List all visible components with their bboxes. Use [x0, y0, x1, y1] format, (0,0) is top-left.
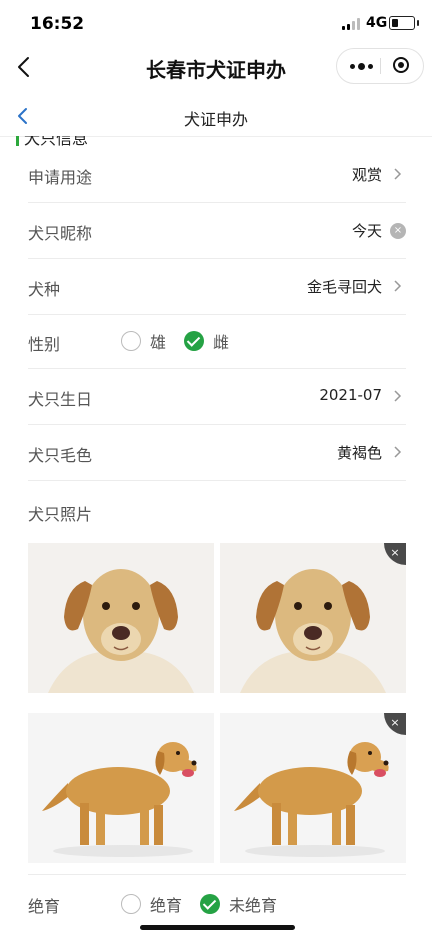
nickname-label: 犬只昵称: [28, 224, 93, 243]
coat-row[interactable]: 犬只毛色 黄褐色: [28, 424, 406, 481]
nickname-row[interactable]: 犬只昵称 今天 ×: [28, 202, 406, 259]
birthday-value: 2021-07: [319, 386, 382, 404]
coat-value: 黄褐色: [336, 444, 382, 462]
radio-unchecked-icon: [121, 331, 141, 351]
section-header: 犬只信息: [16, 136, 116, 146]
dog-face-photo-1[interactable]: [28, 543, 214, 693]
photos-label: 犬只照片: [28, 505, 93, 524]
nav-bar: 长春市犬证申办: [0, 46, 432, 88]
neutered-radio-group: 绝育 未绝育: [121, 892, 295, 916]
birthday-row[interactable]: 犬只生日 2021-07: [28, 368, 406, 425]
chevron-right-icon: [394, 446, 402, 458]
radio-checked-icon: [200, 894, 221, 914]
dog-body-photo-2[interactable]: ×: [220, 713, 406, 863]
neutered-no-radio[interactable]: 未绝育: [200, 892, 277, 916]
gender-label: 性别: [28, 335, 61, 354]
golden-retriever-image: [28, 713, 214, 863]
breed-row[interactable]: 犬种 金毛寻回犬: [28, 258, 406, 315]
signal-icon: [342, 18, 362, 30]
neutered-label: 绝育: [28, 897, 61, 916]
gender-radio-group: 雄 雌: [121, 329, 247, 353]
radio-unchecked-icon: [121, 894, 141, 914]
neutered-no-label: 未绝育: [229, 896, 278, 915]
gender-female-radio[interactable]: 雌: [184, 329, 229, 353]
gender-female-label: 雌: [213, 333, 230, 352]
dog-face-photo-2[interactable]: ×: [220, 543, 406, 693]
section-title: 犬只信息: [24, 136, 89, 146]
sub-title: 犬证申办: [183, 110, 248, 129]
gender-male-radio[interactable]: 雄: [121, 329, 166, 353]
status-bar: 16:52 4G: [0, 0, 432, 48]
more-icon[interactable]: [343, 49, 379, 83]
golden-retriever-image: [220, 713, 406, 863]
labrador-face-image: [220, 543, 406, 693]
mini-program-capsule: [336, 48, 424, 84]
purpose-label: 申请用途: [28, 168, 93, 187]
labrador-face-image: [28, 543, 214, 693]
close-program-icon[interactable]: [393, 57, 409, 73]
status-time: 16:52: [30, 14, 85, 34]
battery-icon: [389, 16, 419, 30]
birthday-label: 犬只生日: [28, 390, 93, 409]
network-type: 4G: [366, 15, 388, 31]
coat-label: 犬只毛色: [28, 446, 93, 465]
neutered-yes-label: 绝育: [150, 896, 183, 915]
home-indicator: [140, 925, 295, 930]
chevron-right-icon: [394, 280, 402, 292]
gender-male-label: 雄: [150, 333, 167, 352]
neutered-yes-radio[interactable]: 绝育: [121, 892, 182, 916]
purpose-row[interactable]: 申请用途 观赏: [28, 146, 406, 203]
neutered-row: 绝育 绝育 未绝育: [28, 874, 406, 931]
dog-body-photo-1[interactable]: [28, 713, 214, 863]
chevron-right-icon: [394, 168, 402, 180]
sub-header: 犬证申办: [0, 96, 432, 137]
chevron-right-icon: [394, 390, 402, 402]
breed-value: 金毛寻回犬: [306, 278, 382, 296]
nickname-input[interactable]: 今天: [352, 220, 382, 241]
radio-checked-icon: [184, 331, 205, 351]
clear-icon[interactable]: ×: [390, 223, 406, 239]
gender-row: 性别 雄 雌: [28, 314, 406, 369]
purpose-value: 观赏: [351, 166, 382, 184]
breed-label: 犬种: [28, 280, 61, 299]
